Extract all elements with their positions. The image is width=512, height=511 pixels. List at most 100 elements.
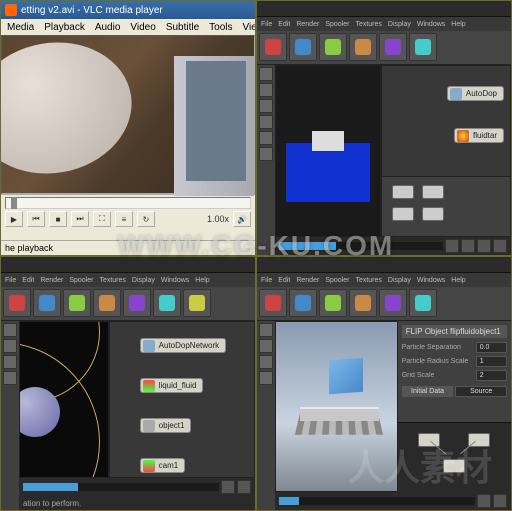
viewport-3d[interactable] (19, 321, 109, 478)
menu-item[interactable]: File (261, 21, 272, 28)
move-tool-icon[interactable] (259, 83, 273, 97)
shelf-tool[interactable] (153, 289, 181, 317)
stop-button[interactable]: ■ (49, 211, 67, 227)
play-button[interactable] (477, 494, 491, 508)
timeline-track[interactable] (279, 497, 475, 505)
scale-tool-icon[interactable] (259, 115, 273, 129)
menu-playback[interactable]: Playback (44, 22, 85, 33)
play-button[interactable] (477, 239, 491, 253)
loop-button[interactable]: ↻ (137, 211, 155, 227)
menu-item[interactable]: Display (132, 277, 155, 284)
menu-item[interactable]: Textures (355, 21, 381, 28)
node-autodop[interactable]: AutoDop (447, 86, 504, 101)
menu-item[interactable]: Display (388, 21, 411, 28)
menu-video[interactable]: Video (130, 22, 155, 33)
timeline[interactable] (19, 478, 255, 496)
window-titlebar[interactable]: etting v2.avi - VLC media player (1, 1, 255, 19)
tool-icon[interactable] (259, 147, 273, 161)
menu-item[interactable]: Windows (417, 21, 445, 28)
volume-button[interactable]: 🔊 (233, 211, 251, 227)
param-input[interactable]: 0.0 (476, 342, 507, 353)
menu-item[interactable]: Textures (99, 277, 125, 284)
shelf-tool[interactable] (259, 33, 287, 61)
param-input[interactable]: 1 (476, 356, 507, 367)
menu-item[interactable]: Help (451, 21, 465, 28)
rotate-tool-icon[interactable] (259, 99, 273, 113)
node-autodopnetwork[interactable]: AutoDopNetwork (140, 338, 226, 353)
move-tool-icon[interactable] (259, 339, 273, 353)
playlist-button[interactable]: ≡ (115, 211, 133, 227)
menu-item[interactable]: File (5, 277, 16, 284)
rotate-tool-icon[interactable] (3, 355, 17, 369)
scale-tool-icon[interactable] (3, 371, 17, 385)
shelf-tool[interactable] (3, 289, 31, 317)
seek-slider[interactable] (5, 197, 251, 209)
shelf-tool[interactable] (123, 289, 151, 317)
menu-tools[interactable]: Tools (209, 22, 232, 33)
prev-button[interactable]: ⏮ (27, 211, 45, 227)
rotate-tool-icon[interactable] (259, 355, 273, 369)
viewport-3d[interactable] (275, 65, 381, 237)
timeline-track[interactable] (279, 242, 443, 250)
play-button[interactable]: ▶ (5, 211, 23, 227)
timeline-track[interactable] (23, 483, 219, 491)
node-cam1[interactable]: cam1 (140, 458, 186, 473)
mini-node[interactable] (422, 185, 444, 199)
titlebar[interactable] (1, 257, 255, 273)
menu-item[interactable]: Spooler (325, 277, 349, 284)
menu-item[interactable]: Help (195, 277, 209, 284)
shelf-tool[interactable] (349, 33, 377, 61)
select-tool-icon[interactable] (259, 323, 273, 337)
menu-item[interactable]: Display (388, 277, 411, 284)
shelf-tool[interactable] (63, 289, 91, 317)
menu-item[interactable]: Edit (278, 21, 290, 28)
shelf-tool[interactable] (349, 289, 377, 317)
tab-source[interactable]: Source (455, 386, 507, 397)
network-editor[interactable]: AutoDopNetwork liquid_fluid object1 (109, 321, 255, 478)
param-input[interactable]: 2 (476, 370, 507, 381)
shelf-tool[interactable] (409, 289, 437, 317)
tab-initial-data[interactable]: Initial Data (402, 386, 454, 397)
seek-thumb[interactable] (11, 197, 17, 209)
shelf-tool[interactable] (409, 33, 437, 61)
menu-audio[interactable]: Audio (95, 22, 121, 33)
menu-item[interactable]: File (261, 277, 272, 284)
last-frame-button[interactable] (493, 239, 507, 253)
menu-item[interactable]: Render (296, 21, 319, 28)
menu-item[interactable]: Spooler (69, 277, 93, 284)
first-frame-button[interactable] (445, 239, 459, 253)
scale-tool-icon[interactable] (259, 371, 273, 385)
fullscreen-button[interactable]: ⛶ (93, 211, 111, 227)
tool-icon[interactable] (259, 131, 273, 145)
menu-item[interactable]: Edit (22, 277, 34, 284)
move-tool-icon[interactable] (3, 339, 17, 353)
menu-item[interactable]: Render (296, 277, 319, 284)
node-object1[interactable]: object1 (140, 418, 192, 433)
shelf-tool[interactable] (33, 289, 61, 317)
play-button[interactable] (493, 494, 507, 508)
menu-item[interactable]: Render (40, 277, 63, 284)
menu-item[interactable]: Windows (161, 277, 189, 284)
play-button[interactable] (221, 480, 235, 494)
menu-subtitle[interactable]: Subtitle (166, 22, 199, 33)
select-tool-icon[interactable] (3, 323, 17, 337)
mini-node[interactable] (392, 207, 414, 221)
select-tool-icon[interactable] (259, 67, 273, 81)
menu-item[interactable]: Spooler (325, 21, 349, 28)
shelf-tool[interactable] (183, 289, 211, 317)
menu-item[interactable]: Windows (417, 277, 445, 284)
next-button[interactable]: ⏭ (71, 211, 89, 227)
shelf-tool[interactable] (319, 33, 347, 61)
network-editor[interactable]: AutoDop fluidtar (381, 65, 511, 237)
timeline[interactable] (275, 492, 511, 510)
mini-node[interactable] (392, 185, 414, 199)
timeline[interactable] (275, 237, 511, 255)
menu-media[interactable]: Media (7, 22, 34, 33)
shelf-tool[interactable] (319, 289, 347, 317)
titlebar[interactable] (257, 257, 511, 273)
shelf-tool[interactable] (379, 33, 407, 61)
menu-item[interactable]: Textures (355, 277, 381, 284)
shelf-tool[interactable] (379, 289, 407, 317)
menu-view[interactable]: View (243, 22, 256, 33)
node-fluidtank[interactable]: fluidtar (454, 128, 504, 143)
